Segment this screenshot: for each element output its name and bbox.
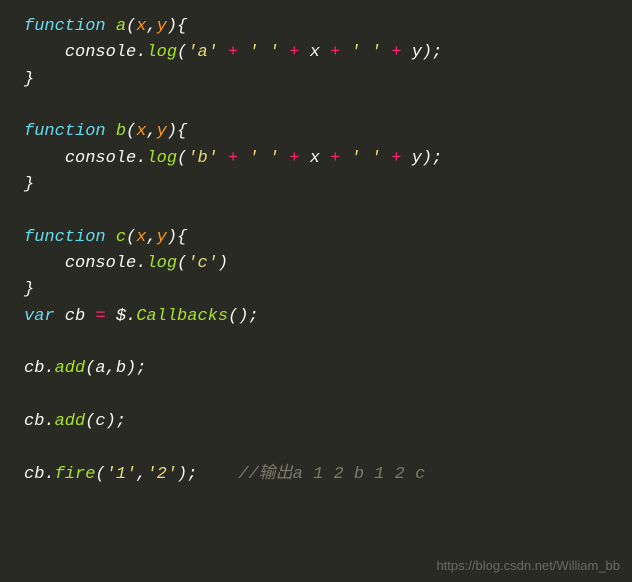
fn-c-body: console.log('c') — [24, 251, 608, 277]
blank-line — [24, 383, 608, 409]
code-block: function a(x,y){ console.log('a' + ' ' +… — [24, 14, 608, 488]
blank-line — [24, 436, 608, 462]
fn-b-decl: function b(x,y){ — [24, 119, 608, 145]
var-decl: var cb = $.Callbacks(); — [24, 304, 608, 330]
fn-name-a: a — [116, 17, 126, 36]
param-y: y — [157, 17, 167, 36]
blank-line — [24, 198, 608, 224]
param-x: x — [136, 17, 146, 36]
fn-c-decl: function c(x,y){ — [24, 225, 608, 251]
watermark: https://blog.csdn.net/William_bb — [436, 556, 620, 576]
fn-a-decl: function a(x,y){ — [24, 14, 608, 40]
fn-c-close: } — [24, 277, 608, 303]
fn-b-close: } — [24, 172, 608, 198]
cb-fire: cb.fire('1','2'); //输出a 1 2 b 1 2 c — [24, 462, 608, 488]
blank-line — [24, 330, 608, 356]
keyword-function: function — [24, 17, 106, 36]
fn-a-close: } — [24, 67, 608, 93]
output-comment: //输出a 1 2 b 1 2 c — [238, 465, 425, 484]
cb-add-ab: cb.add(a,b); — [24, 356, 608, 382]
blank-line — [24, 93, 608, 119]
fn-a-body: console.log('a' + ' ' + x + ' ' + y); — [24, 40, 608, 66]
cb-add-c: cb.add(c); — [24, 409, 608, 435]
fn-b-body: console.log('b' + ' ' + x + ' ' + y); — [24, 146, 608, 172]
